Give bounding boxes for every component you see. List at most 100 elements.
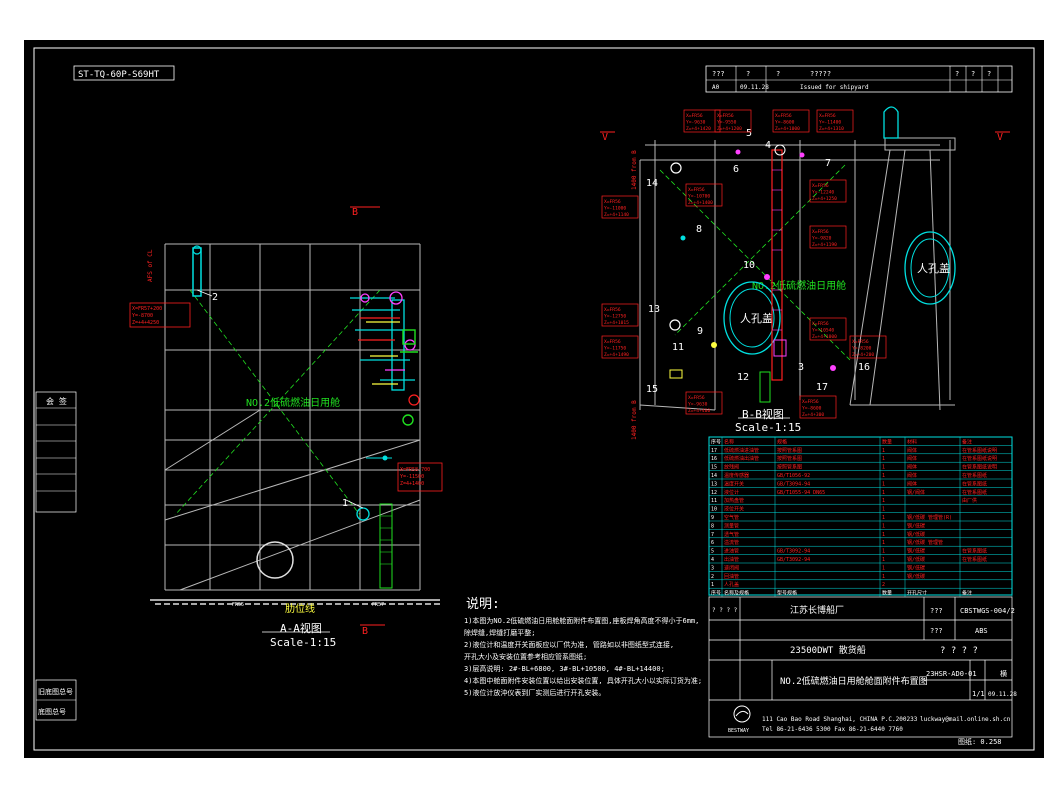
cad-drawing: ST-TQ-60P-S69HT ??? ? ? ????? ? ? ? A0 0… bbox=[33, 47, 1035, 751]
aa-callout-1-x: X=FR58-700 bbox=[400, 467, 430, 473]
bb-callout-coord: X=FR56 bbox=[604, 339, 621, 345]
tb-q1: ? ? ? ? bbox=[712, 607, 738, 614]
table-cell: 10 bbox=[711, 507, 717, 513]
tb-code-b: ??? bbox=[930, 627, 943, 635]
tb-sheet: 1/1 bbox=[972, 690, 985, 698]
bb-marker-v: V bbox=[602, 132, 608, 143]
table-footer-cell: 数量 bbox=[882, 590, 892, 597]
table-cell: 低硫燃油出油管 bbox=[724, 455, 759, 462]
table-cell: 1 bbox=[882, 481, 885, 487]
bb-callout-coord: Y=-9550 bbox=[717, 120, 737, 126]
bb-callout-coord: Z=+4+1420 bbox=[686, 126, 711, 132]
title-strip-0: ??? bbox=[712, 70, 725, 78]
aa-marker-bottom: B bbox=[362, 626, 368, 637]
table-footer-cell: 备注 bbox=[962, 590, 972, 597]
aa-callout-2-x: X=FR57+200 bbox=[132, 306, 162, 312]
bb-callout-coord: X=FR56 bbox=[812, 321, 829, 327]
bb-num-9: 9 bbox=[697, 326, 703, 337]
table-cell: 1 bbox=[882, 565, 885, 571]
bb-callout-coord: Y=-9630 bbox=[688, 402, 708, 408]
scale-readout: 图纸: 0.258 bbox=[958, 737, 1002, 746]
bb-callout-coord: Z=+4+1190 bbox=[812, 242, 837, 248]
table-cell: 钢/低碳 管理管 bbox=[907, 539, 943, 546]
aa-dimension-top: AFS of CL bbox=[147, 249, 154, 282]
table-cell: 序号 bbox=[711, 438, 721, 445]
table-cell: 钢/低碳 bbox=[907, 556, 925, 563]
bb-callout-coord: X=FR56 bbox=[717, 113, 734, 119]
aa-callout-2-z: Z=+4+4250 bbox=[132, 320, 159, 326]
tb-question-marks: ? ? ? ? bbox=[940, 646, 978, 656]
tb-date: 09.11.28 bbox=[988, 691, 1017, 698]
table-cell: 液位计 bbox=[724, 489, 739, 496]
notes-line-6: 5)液位计放沖仪表到厂实测后进行开孔安装。 bbox=[464, 688, 605, 697]
revision-mark: A0 bbox=[712, 84, 720, 91]
bottom-left-label-1: 底图总号 bbox=[38, 707, 66, 716]
tb-drawing-title: NO.2低硫燃油日用舱舱面附件布置图 bbox=[780, 675, 928, 687]
bb-num-13: 13 bbox=[648, 304, 660, 315]
table-cell: 1 bbox=[882, 523, 885, 529]
bb-callout-coord: Y=-12750 bbox=[604, 314, 626, 320]
title-strip-4: ? bbox=[955, 70, 959, 78]
title-strip: ??? ? ? ????? ? ? ? A0 09.11.28 Issued f… bbox=[705, 65, 1013, 93]
table-cell: 16 bbox=[711, 456, 717, 462]
bb-callout-coord: Y=-8200 bbox=[852, 346, 872, 352]
bb-callout-coord: X=FR56 bbox=[604, 199, 621, 205]
bb-num-4: 4 bbox=[765, 140, 771, 151]
table-cell: 2 bbox=[882, 582, 885, 588]
table-cell: 按照管系图 bbox=[777, 455, 802, 462]
table-cell: 3 bbox=[711, 565, 714, 571]
tb-phone: Tel 86-21-6436 5300 Fax 86-21-6440 7760 bbox=[762, 726, 903, 733]
table-cell: 加热盘管 bbox=[724, 497, 744, 504]
bb-callout-coord: Y=-12240 bbox=[812, 190, 834, 196]
revision-text: Issued for shipyard bbox=[800, 84, 869, 91]
table-cell: 在管系图纸说明 bbox=[962, 464, 997, 471]
table-cell: 2 bbox=[711, 574, 714, 580]
bb-num-11: 11 bbox=[672, 342, 684, 353]
table-cell: 液位开关 bbox=[724, 506, 744, 513]
bb-manhole-label: 人孔盖 bbox=[740, 311, 773, 325]
table-cell: 1 bbox=[882, 490, 885, 496]
bb-callout-coord: Y=-8600 bbox=[775, 120, 795, 126]
bb-callout-coord: Z=+4+400 bbox=[688, 408, 710, 414]
table-cell: 名称 bbox=[724, 438, 734, 445]
table-cell: 溢流管 bbox=[724, 539, 739, 546]
aa-callout-1-z: Z=4+1400 bbox=[400, 481, 424, 487]
table-cell: 钢/低碳 bbox=[907, 531, 925, 538]
bb-callout-coord: X=FR56 bbox=[802, 399, 819, 405]
table-cell: 温度开关 bbox=[724, 480, 744, 487]
tb-sheet-label: 横 bbox=[1000, 669, 1007, 678]
aa-view-scale: Scale-1:15 bbox=[270, 636, 336, 649]
table-cell: 1 bbox=[882, 549, 885, 555]
table-cell: 9 bbox=[711, 515, 714, 521]
table-cell: 钢/低碳 bbox=[907, 573, 925, 580]
aa-baseline-label: 肋位线 bbox=[285, 602, 315, 615]
table-cell: 回油管 bbox=[724, 573, 739, 580]
notes-line-3: 开孔大小及安装位置参考相应管系图纸; bbox=[464, 652, 587, 661]
table-cell: 1 bbox=[711, 582, 714, 588]
bb-callout-coord: Z=+4+300 bbox=[802, 412, 824, 418]
bb-view-scale: Scale-1:15 bbox=[735, 421, 801, 434]
bb-callout-coord: Z=+4+1400 bbox=[688, 200, 713, 206]
table-footer-cell: 开孔尺寸 bbox=[907, 590, 927, 597]
table-footer-cell: 序号 bbox=[711, 590, 721, 597]
table-cell: 1 bbox=[882, 540, 885, 546]
bb-callout-coord: Y=-11400 bbox=[819, 120, 841, 126]
table-cell: 由厂供 bbox=[962, 497, 977, 504]
bb-num-16: 16 bbox=[858, 362, 870, 373]
table-footer-cell: 名称及规格 bbox=[724, 590, 749, 597]
table-cell: 测量管 bbox=[724, 522, 739, 529]
aa-tank-label: NO.2低硫燃油日用舱 bbox=[246, 396, 340, 409]
bb-callout-coord: Z=+4+1490 bbox=[604, 352, 629, 358]
aa-marker-top: B bbox=[352, 207, 358, 218]
table-cell: 在管系图纸 bbox=[962, 556, 987, 563]
table-cell: GB/T1055-94 DN65 bbox=[777, 490, 825, 496]
aa-view-title: A-A视图 bbox=[280, 621, 322, 635]
top-left-code: ST-TQ-60P-S69HT bbox=[78, 70, 160, 80]
tb-email: luckway@mail.online.sh.cn bbox=[920, 716, 1011, 723]
table-cell: 空气管 bbox=[724, 514, 739, 521]
bb-num-8: 8 bbox=[696, 224, 702, 235]
table-cell: 数量 bbox=[882, 438, 892, 445]
table-cell: 1 bbox=[882, 465, 885, 471]
table-cell: 1 bbox=[882, 557, 885, 563]
bb-dimension-top: 1400 from B bbox=[631, 150, 638, 190]
